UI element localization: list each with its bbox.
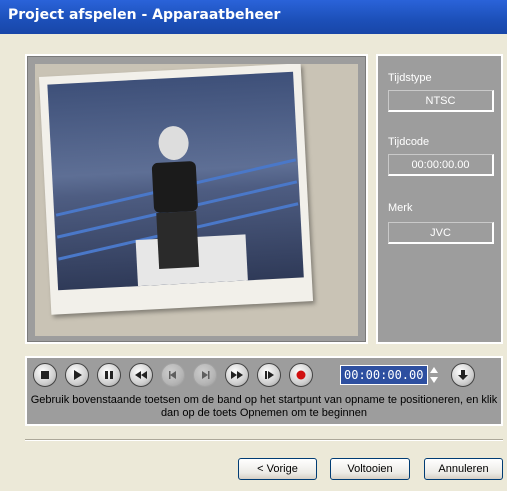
skater-legs (156, 210, 200, 269)
tijdcode-value: 00:00:00.00 (388, 154, 494, 176)
merk-value: JVC (388, 222, 494, 244)
skip-forward-button[interactable] (257, 363, 281, 387)
pause-button[interactable] (97, 363, 121, 387)
video-frame-image (47, 71, 304, 291)
record-button[interactable] (289, 363, 313, 387)
play-icon (74, 370, 82, 380)
fast-forward-button[interactable] (225, 363, 249, 387)
merk-label: Merk (388, 202, 413, 214)
stop-button[interactable] (33, 363, 57, 387)
fast-forward-icon (231, 371, 243, 379)
skip-forward-icon (265, 371, 274, 379)
spin-up-icon[interactable] (430, 367, 438, 373)
spin-down-icon[interactable] (430, 377, 438, 383)
window-title: Project afspelen - Apparaatbeheer (8, 7, 281, 23)
go-to-timecode-button[interactable] (451, 363, 475, 387)
arrow-down-icon (458, 370, 468, 380)
preview-canvas (35, 64, 358, 336)
cancel-button[interactable]: Annuleren (424, 458, 503, 480)
video-preview-panel (25, 54, 368, 344)
dialog-window: Project afspelen - Apparaatbeheer Tijdst… (0, 0, 507, 491)
finish-button[interactable]: Voltooien (330, 458, 410, 480)
title-bar: Project afspelen - Apparaatbeheer (0, 0, 507, 34)
step-back-icon (169, 371, 176, 379)
rewind-icon (135, 371, 147, 379)
rewind-button[interactable] (129, 363, 153, 387)
tijdstype-value: NTSC (388, 90, 494, 112)
record-icon (296, 370, 306, 380)
stop-icon (41, 371, 49, 379)
dialog-content: Tijdstype NTSC Tijdcode 00:00:00.00 Merk… (0, 34, 507, 491)
instruction-text: Gebruik bovenstaande toetsen om de band … (30, 394, 498, 419)
video-frame-photo (38, 64, 314, 315)
back-button[interactable]: < Vorige (238, 458, 317, 480)
skater-body (151, 160, 199, 214)
step-back-button[interactable] (161, 363, 185, 387)
device-info-panel: Tijdstype NTSC Tijdcode 00:00:00.00 Merk… (376, 54, 503, 344)
pause-icon (105, 371, 113, 379)
tijdcode-label: Tijdcode (388, 136, 430, 148)
step-forward-button[interactable] (193, 363, 217, 387)
timecode-spinner[interactable] (429, 364, 439, 386)
footer-divider (25, 439, 503, 441)
timecode-field[interactable]: 00:00:00.00 (340, 365, 428, 385)
play-button[interactable] (65, 363, 89, 387)
tijdstype-label: Tijdstype (388, 72, 432, 84)
skater-helmet (157, 125, 190, 161)
step-forward-icon (202, 371, 210, 379)
transport-control-bar: 00:00:00.00 Gebruik bovenstaande toetsen… (25, 356, 503, 426)
